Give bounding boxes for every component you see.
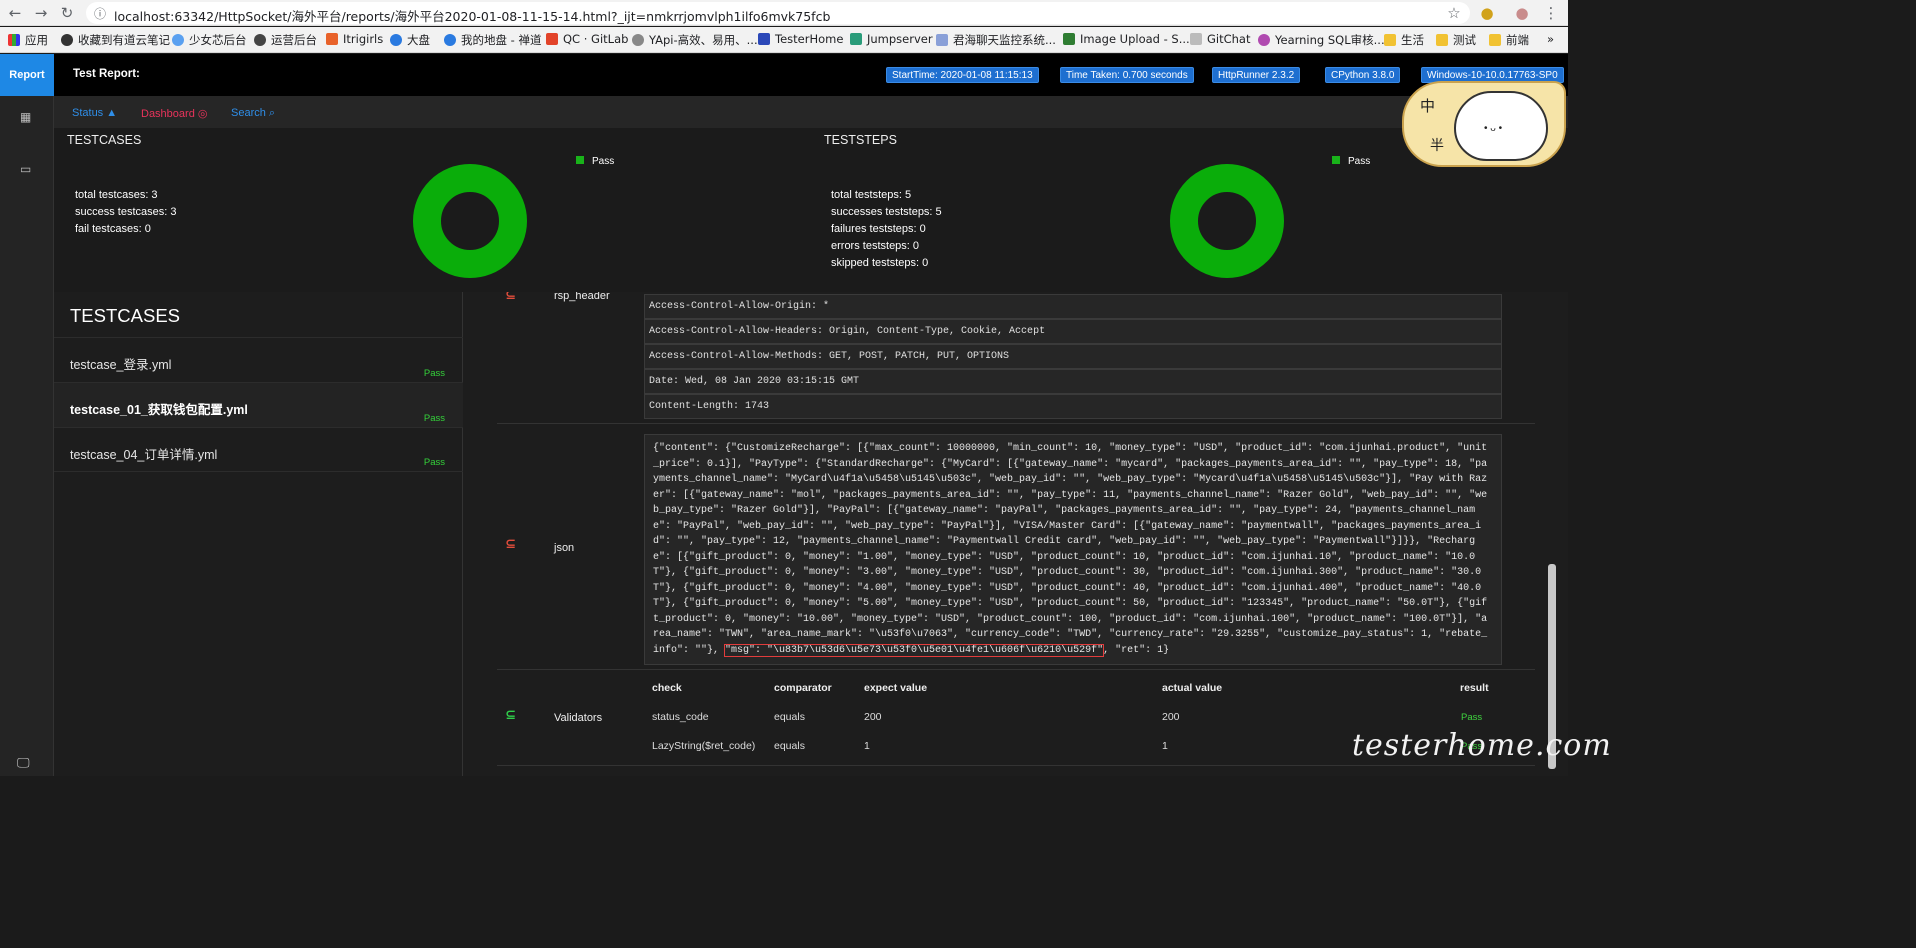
- scrollbar[interactable]: [1545, 292, 1559, 776]
- testcase-status: Pass: [423, 368, 445, 379]
- testcase-name: testcase_01_获取钱包配置.yml: [70, 403, 248, 417]
- report-tab[interactable]: Report: [0, 54, 54, 96]
- result-status: Pass: [1461, 712, 1483, 723]
- report-header: Report Test Report: StartTime: 2020-01-0…: [0, 54, 1568, 96]
- httprunner-version-badge: HttpRunner 2.3.2: [1212, 67, 1301, 83]
- bookmark-item[interactable]: 应用: [8, 32, 48, 48]
- column-header: result: [1460, 682, 1489, 694]
- left-rail: ▦ ▭: [0, 96, 54, 776]
- testcase-item[interactable]: testcase_登录.yml Pass: [54, 337, 463, 382]
- bookmark-item[interactable]: Image Upload - S...: [1063, 32, 1190, 46]
- column-header: actual value: [1162, 682, 1223, 694]
- bookmark-item[interactable]: 收藏到有道云笔记: [61, 32, 170, 48]
- bookmark-item[interactable]: 运营后台: [254, 32, 317, 48]
- teststeps-legend[interactable]: Pass: [1332, 156, 1370, 167]
- browser-toolbar: ← → ↻ ⓘ localhost:63342/HttpSocket/海外平台/…: [0, 0, 1568, 26]
- address-bar[interactable]: ⓘ localhost:63342/HttpSocket/海外平台/report…: [86, 2, 1470, 24]
- sub-navigation: Status ▲ Dashboard ◎ Search ⌕: [54, 96, 1568, 128]
- testcase-name: testcase_04_订单详情.yml: [70, 448, 218, 462]
- column-header: check: [652, 682, 682, 694]
- python-version-badge: CPython 3.8.0: [1325, 67, 1401, 83]
- json-row: ⊆ json {"content": {"CustomizeRecharge":…: [497, 424, 1535, 670]
- bookmark-item[interactable]: 君海聊天监控系统...: [936, 32, 1056, 48]
- header-line: Access-Control-Allow-Headers: Origin, Co…: [644, 319, 1502, 344]
- teststeps-stats: total teststeps: 5 successes teststeps: …: [831, 189, 942, 269]
- testcases-stats: total testcases: 3 success testcases: 3 …: [75, 189, 177, 235]
- list-icon: ⊆: [505, 537, 516, 552]
- testcases-summary-title: TESTCASES: [67, 133, 142, 147]
- url-text[interactable]: localhost:63342/HttpSocket/海外平台/reports/…: [114, 6, 830, 25]
- testcase-status: Pass: [423, 413, 445, 424]
- dashboard-panel: TESTCASES total testcases: 3 success tes…: [54, 128, 1568, 288]
- bookmark-item[interactable]: YApi-高效、易用、...: [632, 32, 758, 48]
- target-icon: ◎: [197, 108, 208, 120]
- bookmark-folder[interactable]: 测试: [1436, 32, 1476, 48]
- more-bookmarks-icon[interactable]: »: [1547, 32, 1554, 46]
- time-taken-badge: Time Taken: 0.700 seconds: [1060, 67, 1194, 83]
- tag-icon[interactable]: ▭: [20, 162, 31, 176]
- warning-triangle-icon: ▲: [106, 107, 118, 119]
- search-icon: ⌕: [268, 107, 276, 119]
- msg-highlight: "msg": "\u83b7\u53d6\u5e73\u53f0\u5e01\u…: [724, 643, 1105, 657]
- header-line: Date: Wed, 08 Jan 2020 03:15:15 GMT: [644, 369, 1502, 394]
- header-line: Content-Length: 1743: [644, 394, 1502, 419]
- header-line: Access-Control-Allow-Methods: GET, POST,…: [644, 344, 1502, 369]
- bookmark-item[interactable]: 我的地盘 - 禅道: [444, 32, 541, 48]
- bookmark-item[interactable]: QC · GitLab: [546, 32, 628, 46]
- bookmark-item[interactable]: Jumpserver: [850, 32, 933, 46]
- back-icon[interactable]: ←: [6, 4, 24, 22]
- testcases-legend[interactable]: Pass: [576, 156, 614, 167]
- floating-cat-widget[interactable]: 中 半 • ᴗ •: [1402, 81, 1566, 167]
- bookmark-item[interactable]: TesterHome: [758, 32, 843, 46]
- bookmark-star-icon[interactable]: ☆: [1445, 4, 1463, 22]
- monitor-icon[interactable]: 🖵: [17, 756, 30, 771]
- dashboard-grid-icon[interactable]: ▦: [20, 110, 31, 124]
- bookmark-item[interactable]: 少女芯后台: [172, 32, 247, 48]
- column-header: expect value: [864, 682, 928, 694]
- teststeps-donut-chart[interactable]: [1170, 164, 1284, 278]
- list-icon: ⊆: [505, 708, 516, 723]
- reload-icon[interactable]: ↻: [58, 4, 76, 22]
- testcase-name: testcase_登录.yml: [70, 358, 172, 372]
- page-title: Test Report:: [73, 68, 140, 80]
- bookmark-item[interactable]: Yearning SQL审核...: [1258, 32, 1385, 48]
- teststeps-summary-title: TESTSTEPS: [824, 133, 897, 147]
- bookmark-item[interactable]: Itrigirls: [326, 32, 383, 46]
- validators-label: Validators: [554, 712, 603, 724]
- pass-swatch: [576, 156, 584, 164]
- pass-swatch: [1332, 156, 1340, 164]
- bookmark-item[interactable]: GitChat: [1190, 32, 1251, 46]
- json-label: json: [554, 542, 575, 554]
- testcases-heading: TESTCASES: [70, 305, 180, 326]
- rsp-header-row: ⊆ rsp_header Access-Control-Allow-Origin…: [497, 292, 1535, 424]
- json-body: {"content": {"CustomizeRecharge": [{"max…: [644, 434, 1502, 665]
- testcase-status: Pass: [423, 457, 445, 468]
- bookmark-item[interactable]: 大盘: [390, 32, 430, 48]
- status-link[interactable]: Status ▲: [72, 107, 117, 119]
- watermark: testerhome.com: [1352, 728, 1612, 763]
- dashboard-link[interactable]: Dashboard ◎: [141, 107, 208, 120]
- testcase-item[interactable]: testcase_01_获取钱包配置.yml Pass: [54, 382, 463, 427]
- info-icon[interactable]: ⓘ: [94, 5, 106, 22]
- bookmark-folder[interactable]: 前端: [1489, 32, 1529, 48]
- list-icon: ⊆: [505, 292, 516, 303]
- rsp-header-label: rsp_header: [554, 292, 610, 302]
- cat-face-icon: • ᴗ •: [1454, 91, 1548, 161]
- extension-icon[interactable]: ●: [1478, 4, 1496, 22]
- menu-icon[interactable]: ⋮: [1542, 4, 1560, 22]
- bookmarks-bar: 应用 收藏到有道云笔记 少女芯后台 运营后台 Itrigirls 大盘 我的地盘…: [0, 27, 1568, 53]
- testcases-list-panel: TESTCASES testcase_登录.yml Pass testcase_…: [54, 292, 463, 776]
- search-link[interactable]: Search ⌕: [231, 107, 275, 120]
- bookmark-folder[interactable]: 生活: [1384, 32, 1424, 48]
- start-time-badge: StartTime: 2020-01-08 11:15:13: [886, 67, 1039, 83]
- testcases-donut-chart[interactable]: [413, 164, 527, 278]
- step-detail-panel: ⊆ rsp_header Access-Control-Allow-Origin…: [463, 292, 1568, 776]
- forward-icon[interactable]: →: [32, 4, 50, 22]
- testcase-item[interactable]: testcase_04_订单详情.yml Pass: [54, 427, 463, 472]
- header-line: Access-Control-Allow-Origin: *: [644, 294, 1502, 319]
- profile-avatar[interactable]: ●: [1513, 4, 1531, 22]
- column-header: comparator: [774, 682, 832, 694]
